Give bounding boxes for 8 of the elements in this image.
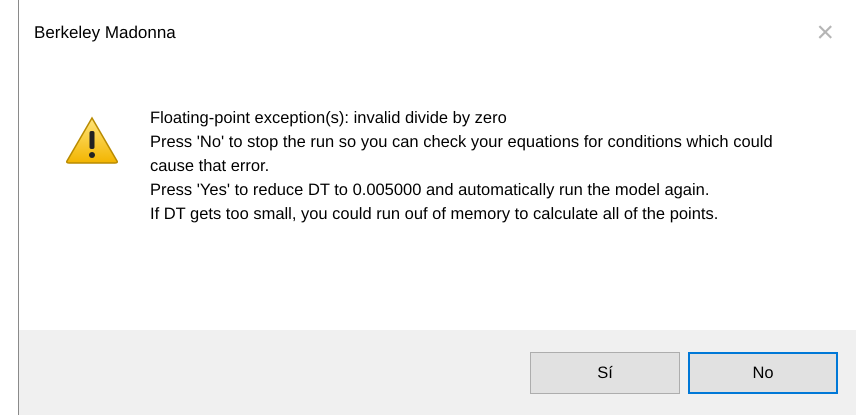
dialog-button[interactable]: No bbox=[688, 352, 838, 394]
window-title: Berkeley Madonna bbox=[34, 22, 176, 44]
warning-icon bbox=[65, 116, 119, 164]
message-text: Press 'Yes' to reduce DT to 0.005000 and automatically run the model again. bbox=[150, 180, 710, 201]
dialog-button[interactable]: Sí bbox=[530, 352, 680, 394]
message-text: Press 'No' to stop the run so you can check your equations for conditions which could cause that error. bbox=[150, 132, 774, 177]
message-text: Floating-point exception(s): invalid divide by zero bbox=[150, 108, 508, 129]
message-text: If DT gets too small, you could run ouf of memory to calculate all of the points. bbox=[150, 204, 720, 225]
